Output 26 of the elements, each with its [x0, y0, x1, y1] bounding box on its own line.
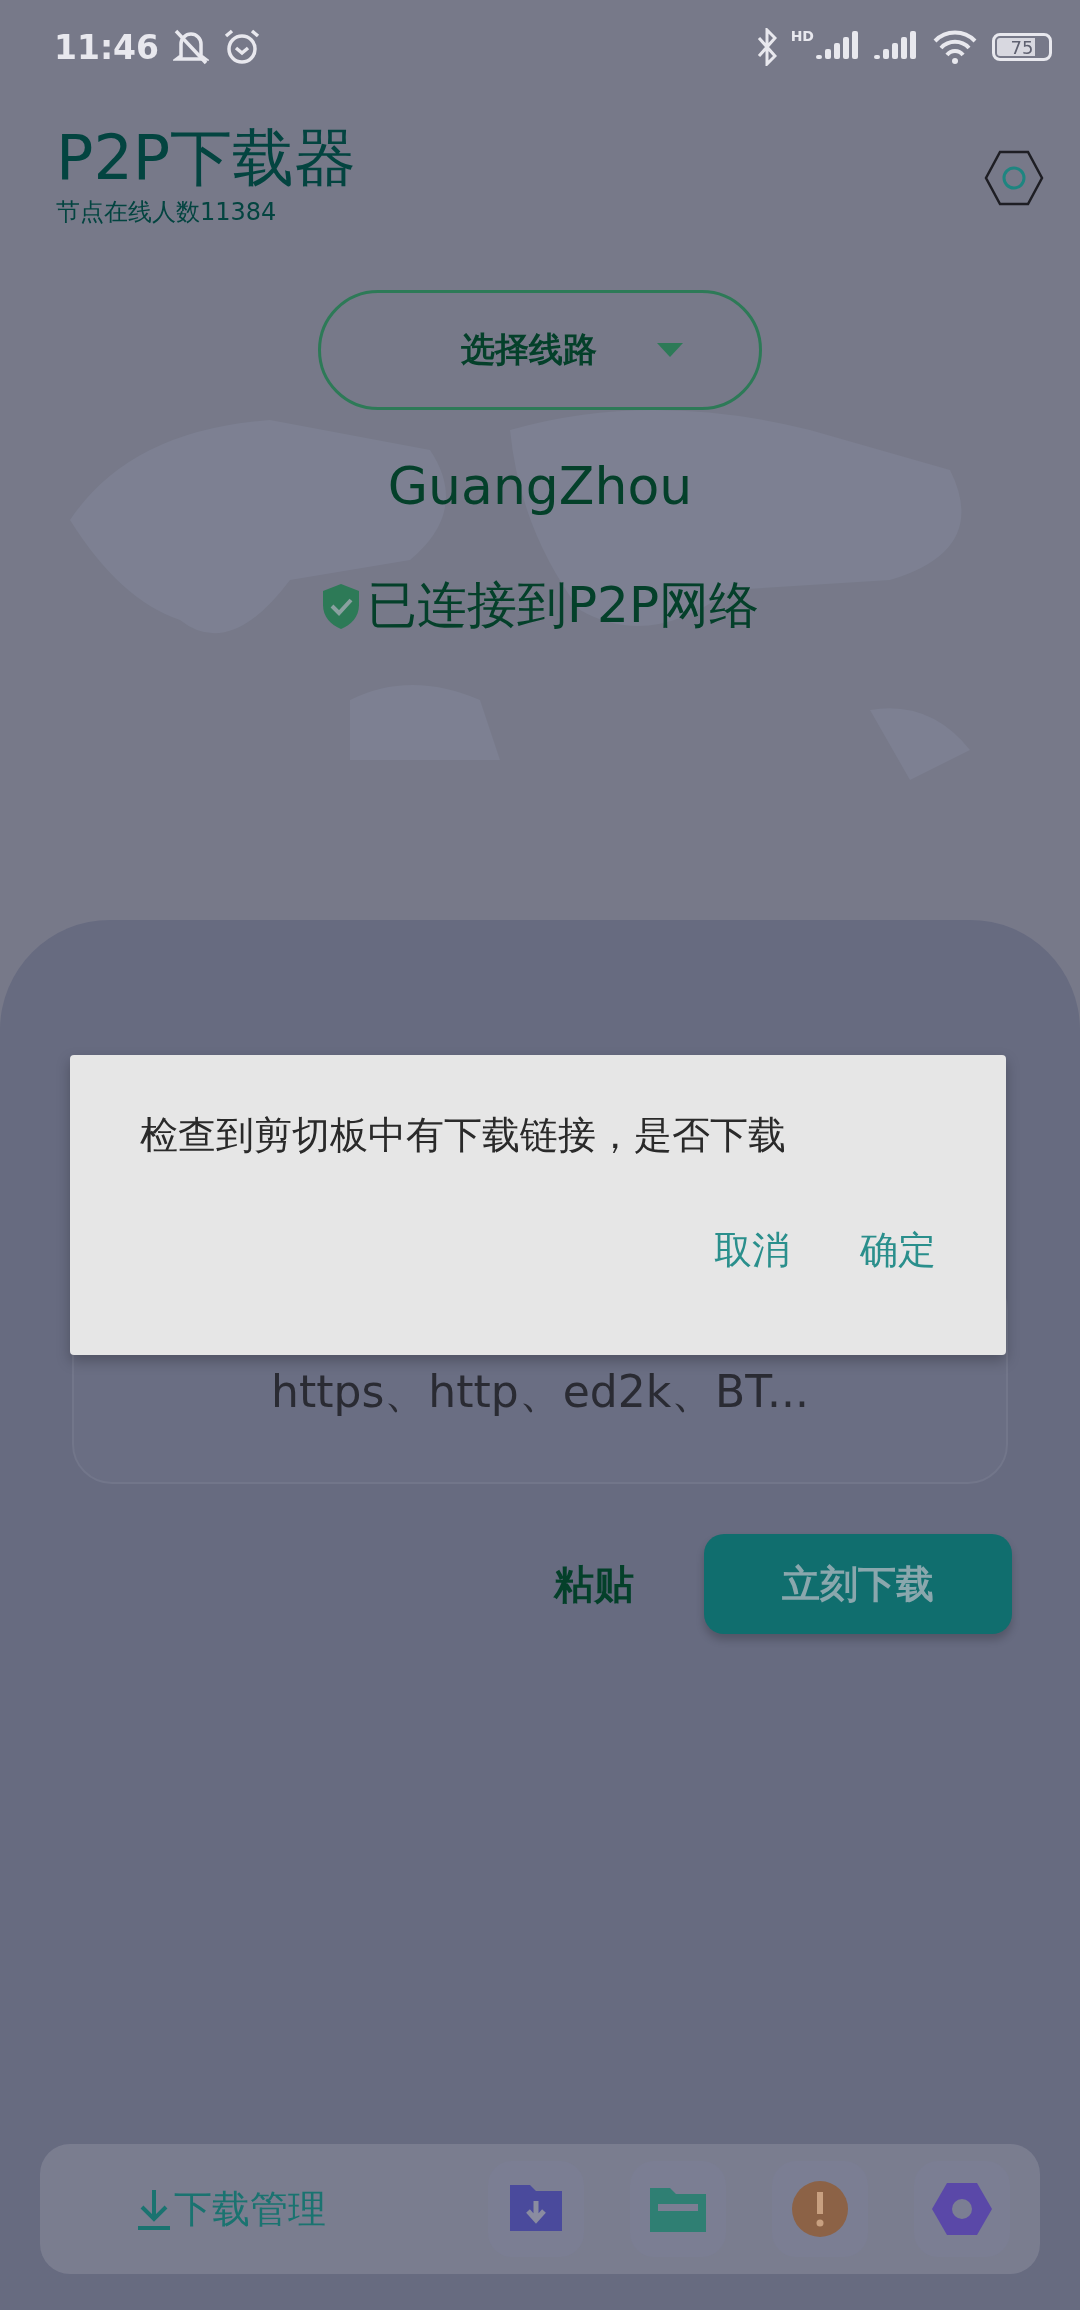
connection-status: 已连接到P2P网络	[366, 575, 760, 637]
download-manager-button[interactable]: 下载管理	[136, 2183, 442, 2235]
clock-time: 11:46	[54, 27, 160, 67]
alert-icon	[791, 2180, 849, 2238]
bluetooth-icon	[756, 28, 777, 66]
online-nodes-count: 节点在线人数11384	[56, 197, 278, 229]
dialog-message: 检查到剪切板中有下载链接，是否下载	[140, 1112, 787, 1159]
link-placeholder: https、http、ed2k、BT...	[271, 1364, 809, 1419]
wifi-icon	[932, 29, 978, 65]
dropdown-caret-icon	[657, 343, 683, 358]
shortcut-button[interactable]	[488, 2161, 584, 2257]
download-now-button[interactable]: 立刻下载	[704, 1534, 1012, 1635]
battery-indicator: 75	[992, 33, 1052, 61]
settings-icon[interactable]	[984, 150, 1044, 206]
bell-off-icon	[173, 28, 210, 66]
network-type-label: HD	[790, 28, 814, 44]
shortcut-button[interactable]	[630, 2161, 726, 2257]
alarm-clock-icon	[223, 28, 262, 66]
app-title: P2P下载器	[56, 124, 358, 193]
shortcut-button[interactable]	[914, 2161, 1010, 2257]
location-label: GuangZhou	[387, 456, 693, 517]
settings-icon	[931, 2181, 993, 2237]
route-selector-dropdown[interactable]: 选择线路	[318, 290, 762, 411]
shortcut-button[interactable]	[772, 2161, 868, 2257]
download-icon	[136, 2188, 172, 2230]
paste-button[interactable]: 粘贴	[548, 1555, 640, 1613]
